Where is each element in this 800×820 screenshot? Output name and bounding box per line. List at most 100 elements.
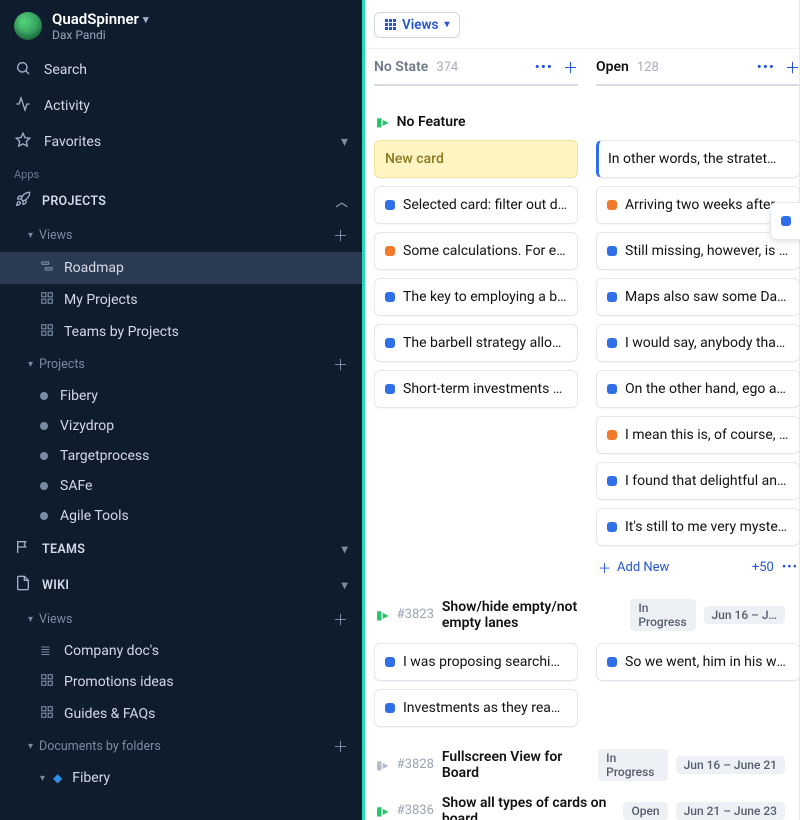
card[interactable]: Some calculations. For exa… <box>374 232 578 270</box>
section-projects[interactable]: PROJECTS ︿ <box>0 183 362 219</box>
card-type-icon <box>385 703 395 713</box>
card-text: It's still to me very mysteri… <box>625 519 789 535</box>
card[interactable]: I mean this is, of course, a… <box>596 416 799 454</box>
doc-folder-label: Fibery <box>72 770 110 786</box>
card[interactable]: Arriving two weeks after th… <box>596 186 799 224</box>
projects-list-header[interactable]: ▾ Projects ＋ <box>0 348 362 381</box>
view-my-projects[interactable]: My Projects <box>0 284 362 316</box>
project-vizydrop[interactable]: Vizydrop <box>0 411 362 441</box>
views-button[interactable]: Views ▾ <box>374 12 460 38</box>
workspace-header[interactable]: QuadSpinner ▾ Dax Pandi <box>0 0 362 52</box>
lane-title: Show/hide empty/not empty lanes <box>442 599 614 631</box>
card-type-icon <box>385 292 395 302</box>
board-icon <box>40 705 54 723</box>
more-icon[interactable]: ••• <box>535 58 553 76</box>
project-fibery[interactable]: Fibery <box>0 381 362 411</box>
card[interactable]: Still missing, however, is th… <box>596 232 799 270</box>
card-type-icon <box>781 216 791 226</box>
card[interactable]: The key to employing a bu… <box>374 278 578 316</box>
plus-icon[interactable]: ＋ <box>598 558 611 577</box>
docs-by-folders-header[interactable]: ▾ Documents by folders ＋ <box>0 730 362 763</box>
lane-header-3828[interactable]: ▮▸ #3828 Fullscreen View for Board In Pr… <box>364 745 797 785</box>
chevron-up-icon: ︿ <box>336 193 348 210</box>
card-type-icon <box>607 200 617 210</box>
lane-title: Fullscreen View for Board <box>442 749 582 781</box>
lane-id: #3836 <box>397 803 434 818</box>
lane-header-3823[interactable]: ▮▸ #3823 Show/hide empty/not empty lanes… <box>364 591 797 639</box>
card[interactable]: So we went, him in his whe… <box>596 643 799 681</box>
plus-icon[interactable]: ＋ <box>563 57 578 78</box>
add-new-button[interactable]: Add New <box>617 560 669 575</box>
wiki-item-label: Promotions ideas <box>64 674 174 690</box>
nav-favorites[interactable]: Favorites ▾ <box>0 124 362 160</box>
project-targetprocess[interactable]: Targetprocess <box>0 441 362 471</box>
plus-icon[interactable]: ＋ <box>333 225 348 246</box>
section-wiki[interactable]: WIKI ▾ <box>0 567 362 603</box>
card[interactable]: The barbell strategy allows… <box>374 324 578 362</box>
doc-folder-fibery[interactable]: ▾ ◆ Fibery <box>0 763 362 793</box>
toolbar: Views ▾ <box>362 0 799 49</box>
project-safe[interactable]: SAFe <box>0 471 362 501</box>
workspace-name: QuadSpinner <box>52 10 139 28</box>
views-button-label: Views <box>402 17 438 33</box>
wiki-guides[interactable]: Guides & FAQs <box>0 698 362 730</box>
view-teams-by-projects[interactable]: Teams by Projects <box>0 316 362 348</box>
plus-icon[interactable]: ＋ <box>333 354 348 375</box>
card[interactable]: It's still to me very mysteri… <box>596 508 799 546</box>
nav-activity[interactable]: Activity <box>0 88 362 124</box>
workspace-user: Dax Pandi <box>52 28 148 42</box>
card[interactable]: I was proposing searching… <box>374 643 578 681</box>
wiki-views-header[interactable]: ▾ Views ＋ <box>0 603 362 636</box>
sidebar-resize-handle[interactable] <box>362 0 365 820</box>
card[interactable]: Investments as they reach… <box>374 689 578 727</box>
wiki-item-label: Company doc's <box>64 643 159 659</box>
section-teams[interactable]: TEAMS ▾ <box>0 531 362 567</box>
docs-by-folders-label: Documents by folders <box>39 739 161 754</box>
card[interactable]: I would say, anybody that… <box>596 324 799 362</box>
star-icon <box>14 132 32 152</box>
nav-activity-label: Activity <box>44 98 90 114</box>
card[interactable]: Short-term investments as… <box>374 370 578 408</box>
view-roadmap[interactable]: Roadmap <box>0 252 362 284</box>
card[interactable]: Maps also saw some Dark… <box>596 278 799 316</box>
card-text: In other words, the stratet… <box>608 151 776 167</box>
lane-header-no-feature[interactable]: ▮▸ No Feature <box>364 110 797 136</box>
lane-date: Jun 16 – June 21 <box>676 756 785 774</box>
floating-card[interactable]: He <box>770 202 800 240</box>
plus-icon[interactable]: ＋ <box>333 736 348 757</box>
wiki-promotions[interactable]: Promotions ideas <box>0 666 362 698</box>
card[interactable]: In other words, the stratet… <box>596 140 799 178</box>
project-label: Agile Tools <box>60 508 129 524</box>
board-icon <box>40 673 54 691</box>
plus-icon[interactable]: ＋ <box>333 609 348 630</box>
card-text: So we went, him in his whe… <box>625 654 789 670</box>
card-text: I found that delightful and… <box>625 473 789 489</box>
card-text: I would say, anybody that… <box>625 335 789 351</box>
project-agile-tools[interactable]: Agile Tools <box>0 501 362 531</box>
projects-views-label: Views <box>39 228 72 243</box>
section-teams-label: TEAMS <box>42 542 85 557</box>
nav-favorites-label: Favorites <box>44 134 101 150</box>
projects-views-header[interactable]: ▾ Views ＋ <box>0 219 362 252</box>
lane-header-3836[interactable]: ▮▸ #3836 Show all types of cards on boar… <box>364 791 797 820</box>
more-icon[interactable]: ••• <box>782 560 798 575</box>
plus-icon[interactable]: ＋ <box>785 57 799 78</box>
card-text: The barbell strategy allows… <box>403 335 567 351</box>
diamond-icon: ◆ <box>53 771 62 785</box>
new-card-input[interactable]: New card <box>374 140 578 178</box>
workspace-avatar <box>14 12 42 40</box>
wiki-company-docs[interactable]: ≣ Company doc's <box>0 636 362 666</box>
nav-search[interactable]: Search <box>0 52 362 88</box>
card[interactable]: Selected card: filter out de… <box>374 186 578 224</box>
column-header-open: Open 128 ••• ＋ <box>596 57 799 86</box>
card-text: New card <box>385 151 444 167</box>
project-label: Fibery <box>60 388 98 404</box>
chevron-down-icon: ▾ <box>28 359 33 370</box>
card[interactable]: On the other hand, ego als… <box>596 370 799 408</box>
card[interactable]: I found that delightful and… <box>596 462 799 500</box>
chevron-down-icon: ▾ <box>28 230 33 241</box>
show-more-count[interactable]: +50 <box>752 560 774 575</box>
more-icon[interactable]: ••• <box>757 58 775 76</box>
chevron-down-icon: ▾ <box>28 741 33 752</box>
column-title: Open <box>596 59 629 75</box>
